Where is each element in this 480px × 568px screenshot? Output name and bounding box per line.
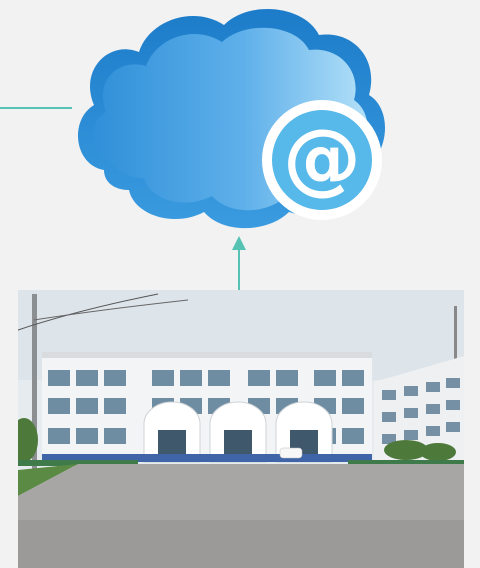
at-symbol: @ xyxy=(283,114,361,204)
connector-line-left xyxy=(0,107,72,109)
diagram-canvas: @ xyxy=(0,0,480,568)
cloud-email-icon: @ xyxy=(77,8,386,229)
school-building-photo xyxy=(18,290,464,568)
